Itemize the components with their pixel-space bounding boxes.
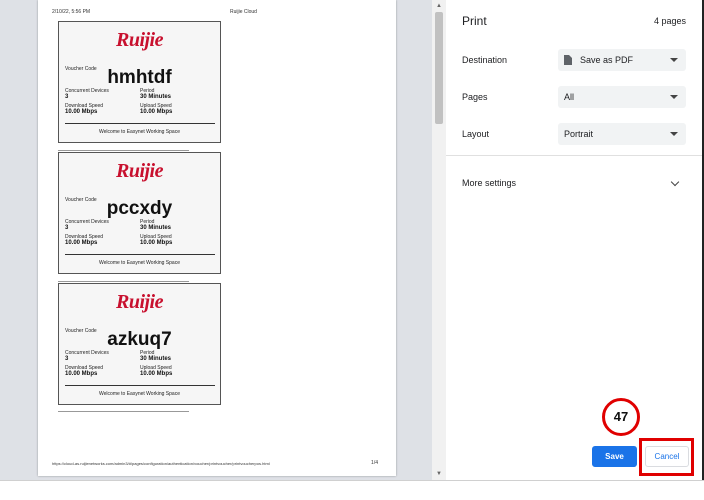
- cut-line: [58, 281, 189, 282]
- voucher-details: Concurrent Devices 3 Period 30 Minutes D…: [65, 88, 213, 116]
- voucher-details: Concurrent Devices 3 Period 30 Minutes D…: [65, 350, 213, 378]
- voucher-card: Ruijie Voucher Code azkuq7 Concurrent De…: [58, 283, 221, 405]
- upload-speed: Upload Speed 10.00 Mbps: [140, 365, 213, 378]
- page-count: 4 pages: [653, 16, 686, 26]
- cancel-highlight: [639, 438, 694, 476]
- pages-label: Pages: [462, 92, 488, 102]
- voucher-divider: [65, 385, 215, 386]
- download-speed: Download Speed 10.00 Mbps: [65, 234, 140, 247]
- page-header-datetime: 2/10/22, 5:56 PM: [52, 9, 91, 15]
- cut-line: [58, 150, 189, 151]
- period-value: 30 Minutes: [140, 94, 172, 100]
- concurrent-devices: Concurrent Devices 3: [65, 219, 140, 232]
- voucher-code: azkuq7: [107, 329, 172, 350]
- download-speed-value: 10.00 Mbps: [65, 109, 98, 115]
- save-button[interactable]: Save: [592, 446, 637, 467]
- print-preview-area: 2/10/22, 5:56 PM Ruijie Cloud Ruijie Vou…: [0, 0, 432, 500]
- period-value: 30 Minutes: [140, 356, 172, 362]
- upload-speed-value: 10.00 Mbps: [140, 109, 173, 115]
- page-footer-number: 1/4: [371, 460, 378, 466]
- upload-speed-value: 10.00 Mbps: [140, 371, 173, 377]
- pages-value: All: [564, 92, 575, 102]
- page-header-title: Ruijie Cloud: [230, 9, 257, 15]
- voucher-divider: [65, 123, 215, 124]
- download-speed: Download Speed 10.00 Mbps: [65, 103, 140, 116]
- page-footer-url: https://cloud-as.ruijienetworks.com/admi…: [52, 461, 270, 466]
- layout-label: Layout: [462, 129, 490, 139]
- chevron-down-icon: [670, 177, 680, 187]
- destination-value: Save as PDF: [580, 55, 634, 65]
- concurrent-devices: Concurrent Devices 3: [65, 350, 140, 363]
- upload-speed: Upload Speed 10.00 Mbps: [140, 234, 213, 247]
- more-settings-label: More settings: [462, 178, 517, 188]
- document-icon: [564, 55, 572, 65]
- preview-page: 2/10/22, 5:56 PM Ruijie Cloud Ruijie Vou…: [38, 0, 396, 476]
- scrollbar-thumb[interactable]: [435, 12, 443, 124]
- chevron-down-icon: [670, 95, 678, 99]
- welcome-text: Welcome to Easynet Working Space: [99, 129, 180, 135]
- concurrent-devices-value: 3: [65, 225, 69, 231]
- layout-select[interactable]: Portrait: [558, 123, 686, 145]
- print-settings-panel: Print 4 pages Destination Save as PDF Pa…: [446, 0, 704, 480]
- chevron-down-icon: [670, 58, 678, 62]
- download-speed-value: 10.00 Mbps: [65, 371, 98, 377]
- welcome-text: Welcome to Easynet Working Space: [99, 391, 180, 397]
- ruijie-logo: Ruijie: [115, 160, 164, 182]
- voucher-divider: [65, 254, 215, 255]
- period: Period 30 Minutes: [140, 219, 213, 232]
- concurrent-devices-value: 3: [65, 356, 69, 362]
- welcome-text: Welcome to Easynet Working Space: [99, 260, 180, 266]
- voucher-card: Ruijie Voucher Code hmhtdf Concurrent De…: [58, 21, 221, 143]
- preview-scrollbar[interactable]: ▲ ▼: [432, 0, 446, 480]
- cut-line: [58, 411, 189, 412]
- scroll-up-icon[interactable]: ▲: [432, 0, 446, 12]
- destination-select[interactable]: Save as PDF: [558, 49, 686, 71]
- step-number-badge: 47: [602, 398, 640, 436]
- bottom-bar: [0, 480, 704, 500]
- voucher-card: Ruijie Voucher Code pccxdy Concurrent De…: [58, 152, 221, 274]
- concurrent-devices: Concurrent Devices 3: [65, 88, 140, 101]
- section-divider: [446, 155, 704, 156]
- voucher-code: hmhtdf: [107, 67, 172, 88]
- more-settings-toggle[interactable]: More settings: [462, 177, 684, 192]
- period: Period 30 Minutes: [140, 350, 213, 363]
- scroll-down-icon[interactable]: ▼: [432, 468, 446, 480]
- period: Period 30 Minutes: [140, 88, 213, 101]
- ruijie-logo: Ruijie: [115, 291, 164, 313]
- download-speed-value: 10.00 Mbps: [65, 240, 98, 246]
- print-dialog: 2/10/22, 5:56 PM Ruijie Cloud Ruijie Vou…: [0, 0, 704, 500]
- pages-select[interactable]: All: [558, 86, 686, 108]
- period-value: 30 Minutes: [140, 225, 172, 231]
- voucher-code: pccxdy: [106, 198, 173, 219]
- ruijie-logo: Ruijie: [115, 29, 164, 51]
- upload-speed: Upload Speed 10.00 Mbps: [140, 103, 213, 116]
- layout-value: Portrait: [564, 129, 594, 139]
- upload-speed-value: 10.00 Mbps: [140, 240, 173, 246]
- concurrent-devices-value: 3: [65, 94, 69, 100]
- chevron-down-icon: [670, 132, 678, 136]
- download-speed: Download Speed 10.00 Mbps: [65, 365, 140, 378]
- voucher-details: Concurrent Devices 3 Period 30 Minutes D…: [65, 219, 213, 247]
- destination-label: Destination: [462, 55, 508, 65]
- dialog-title: Print: [462, 14, 487, 28]
